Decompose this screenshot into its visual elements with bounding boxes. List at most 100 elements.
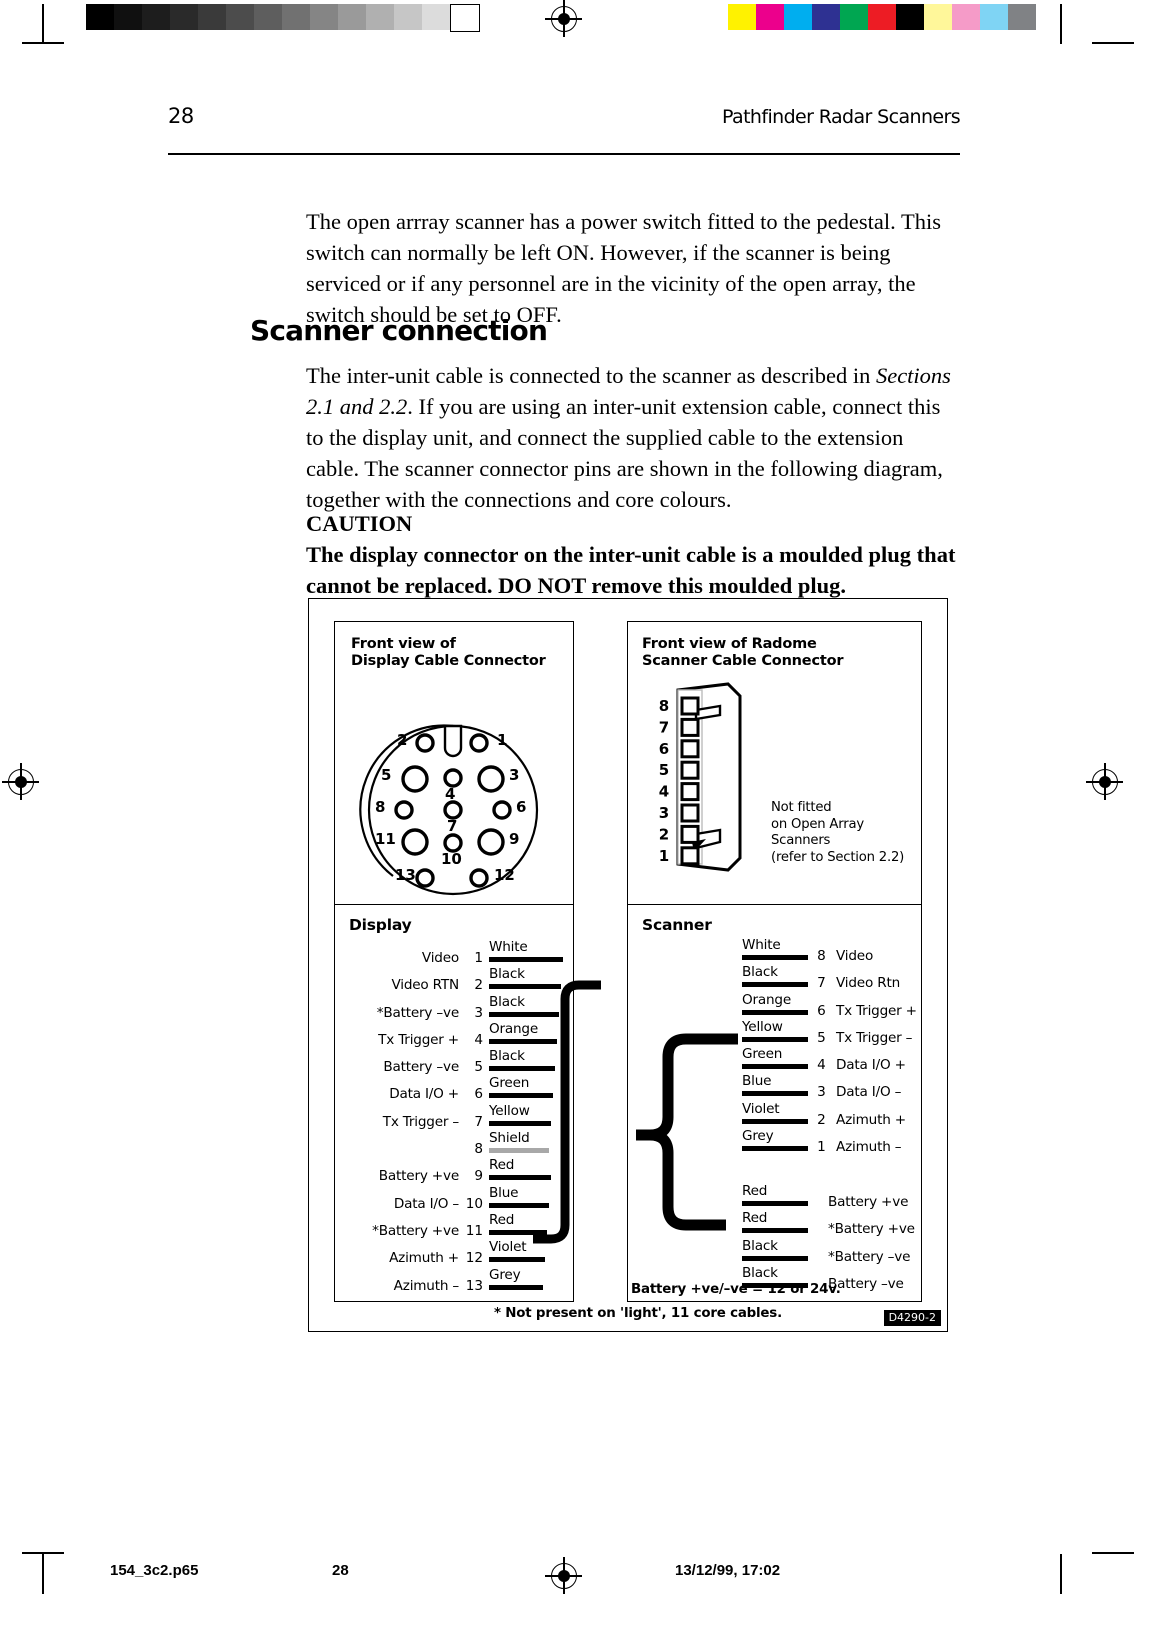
greyscale-swatch: [142, 4, 170, 30]
connector-pin-number: 6: [516, 798, 526, 816]
connector-pin-hole: [394, 800, 414, 820]
scanner-function-label: Azimuth +: [836, 1111, 906, 1128]
connector-pin-hole: [415, 733, 435, 753]
display-wire-colour-label: Blue: [489, 1184, 519, 1201]
display-pin-number: 5: [474, 1059, 483, 1076]
registration-mark-left: [2, 763, 39, 800]
display-wire-colour-label: Yellow: [489, 1102, 530, 1119]
scanner-connector-diagram: 8 7 6 5 4 3 2 1: [644, 682, 784, 872]
connector-pin-number: 5: [381, 766, 391, 784]
scanner-connector-svg: 8 7 6 5 4 3 2 1: [659, 682, 742, 872]
registration-mark-bottom: [545, 1557, 582, 1594]
scanner-connection-figure: Front view of Display Cable Connector 2 1…: [308, 598, 948, 1332]
connector-pin-hole: [401, 765, 429, 793]
connector-pin-hole: [469, 868, 489, 888]
colour-swatch: [1008, 4, 1036, 30]
scanner-connector-pin-number: 7: [659, 718, 669, 736]
colour-swatch: [868, 4, 896, 30]
scanner-connector-pin-number: 1: [659, 847, 669, 865]
scanner-function-label: *Battery +ve: [828, 1221, 915, 1238]
connector-pin-hole: [469, 733, 489, 753]
greyscale-swatch: [338, 4, 366, 30]
scanner-function-label: *Battery –ve: [828, 1248, 911, 1265]
connector-pin-hole: [477, 765, 505, 793]
display-pin-number: 3: [474, 1004, 483, 1021]
display-connector-svg: 2 1 5 4 3 8 7 6 11 10 9 13 12: [359, 724, 539, 896]
connector-pin-number: 7: [447, 817, 457, 835]
connector-pin-hole: [443, 833, 463, 853]
connector-pin-number: 4: [445, 785, 455, 803]
scanner-connector-pin-number: 3: [659, 804, 669, 822]
colour-calibration-bar: [728, 4, 1036, 30]
colour-swatch: [980, 4, 1008, 30]
display-function-label: Video: [421, 950, 459, 966]
display-function-label: Battery +ve: [378, 1168, 459, 1185]
paragraph-part-1: The inter-unit cable is connected to the…: [306, 363, 876, 388]
scanner-connector-pin-number: 6: [659, 740, 669, 758]
scanner-function-label: Tx Trigger –: [836, 1029, 913, 1046]
display-pin-number: 8: [474, 1141, 483, 1158]
greyscale-swatch: [198, 4, 226, 30]
registration-mark-right: [1086, 763, 1123, 800]
crop-mark-bl-v: [42, 1554, 44, 1594]
display-pin-number: 1: [474, 950, 483, 966]
scanner-connector-pin-number: 8: [659, 697, 669, 715]
scanner-function-label: Video: [836, 948, 874, 964]
scanner-function-label: Data I/O –: [836, 1084, 902, 1101]
scanner-panel-title: Scanner: [642, 916, 712, 934]
footer-timestamp: 13/12/99, 17:02: [675, 1562, 781, 1579]
colour-swatch: [812, 4, 840, 30]
caution-block: CAUTION The display connector on the int…: [306, 508, 961, 601]
colour-swatch: [728, 4, 756, 30]
greyscale-swatch: [86, 4, 114, 30]
scanner-pin-number: 7: [817, 975, 826, 992]
greyscale-swatch: [450, 4, 480, 32]
registration-mark-top: [545, 0, 582, 37]
greyscale-swatch: [254, 4, 282, 30]
colour-swatch: [840, 4, 868, 30]
display-function-label: Video RTN: [391, 977, 459, 994]
connector-pin-number: 9: [509, 830, 519, 848]
connector-pin-hole: [401, 828, 429, 856]
connector-pin-number: 12: [494, 866, 515, 884]
scanner-pin-number: 4: [817, 1057, 826, 1074]
crop-mark-tl-v: [42, 4, 44, 44]
display-function-label: Battery –ve: [383, 1059, 459, 1076]
caution-text: The display connector on the inter-unit …: [306, 542, 956, 598]
battery-voltage-note: Battery +ve/–ve = 12 or 24v.: [631, 1282, 841, 1297]
scanner-pin-number: 6: [817, 1002, 826, 1019]
connector-pin-number: 1: [497, 731, 507, 749]
scanner-pin-number: 8: [817, 948, 826, 964]
scanner-signal-row: Grey 1 Azimuth –: [733, 1128, 918, 1159]
header-rule: [168, 153, 960, 155]
greyscale-swatch: [114, 4, 142, 30]
core-cable-note: * Not present on 'light', 11 core cables…: [494, 1306, 782, 1321]
display-pin-number: 4: [474, 1031, 483, 1048]
greyscale-calibration-bar: [86, 4, 480, 32]
scanner-function-label: Battery +ve: [828, 1194, 909, 1210]
footer-page-number: 28: [332, 1562, 349, 1579]
display-wire-colour-label: Violet: [489, 1239, 527, 1256]
colour-swatch: [756, 4, 784, 30]
scanner-connector-pin: [680, 824, 700, 844]
colour-swatch: [924, 4, 952, 30]
connector-pin-hole: [477, 828, 505, 856]
display-function-label: *Battery +ve: [372, 1222, 459, 1239]
scanner-pin-number: 2: [817, 1111, 826, 1128]
crop-mark-br-h: [1092, 1552, 1134, 1554]
scanner-wiring-panel: Scanner White 8 Video Black 7 Video Rtn Orange…: [627, 904, 922, 1302]
connector-pin-hole: [443, 768, 463, 788]
display-function-label: Data I/O –: [393, 1195, 459, 1212]
display-pin-number: 2: [474, 977, 483, 994]
scanner-connector-pin: [680, 739, 700, 759]
connector-pin-hole: [415, 868, 435, 888]
scanner-cable-harness: [636, 1033, 738, 1231]
colour-swatch: [784, 4, 812, 30]
crop-mark-tr-h: [1092, 42, 1134, 44]
greyscale-swatch: [310, 4, 338, 30]
display-wire-colour-label: White: [489, 939, 528, 955]
display-panel-title: Display: [349, 916, 412, 934]
display-connector-diagram: 2 1 5 4 3 8 7 6 11 10 9 13 12: [353, 696, 558, 901]
scanner-pin-number: 3: [817, 1084, 826, 1101]
display-wire-colour-label: Red: [489, 1211, 515, 1228]
